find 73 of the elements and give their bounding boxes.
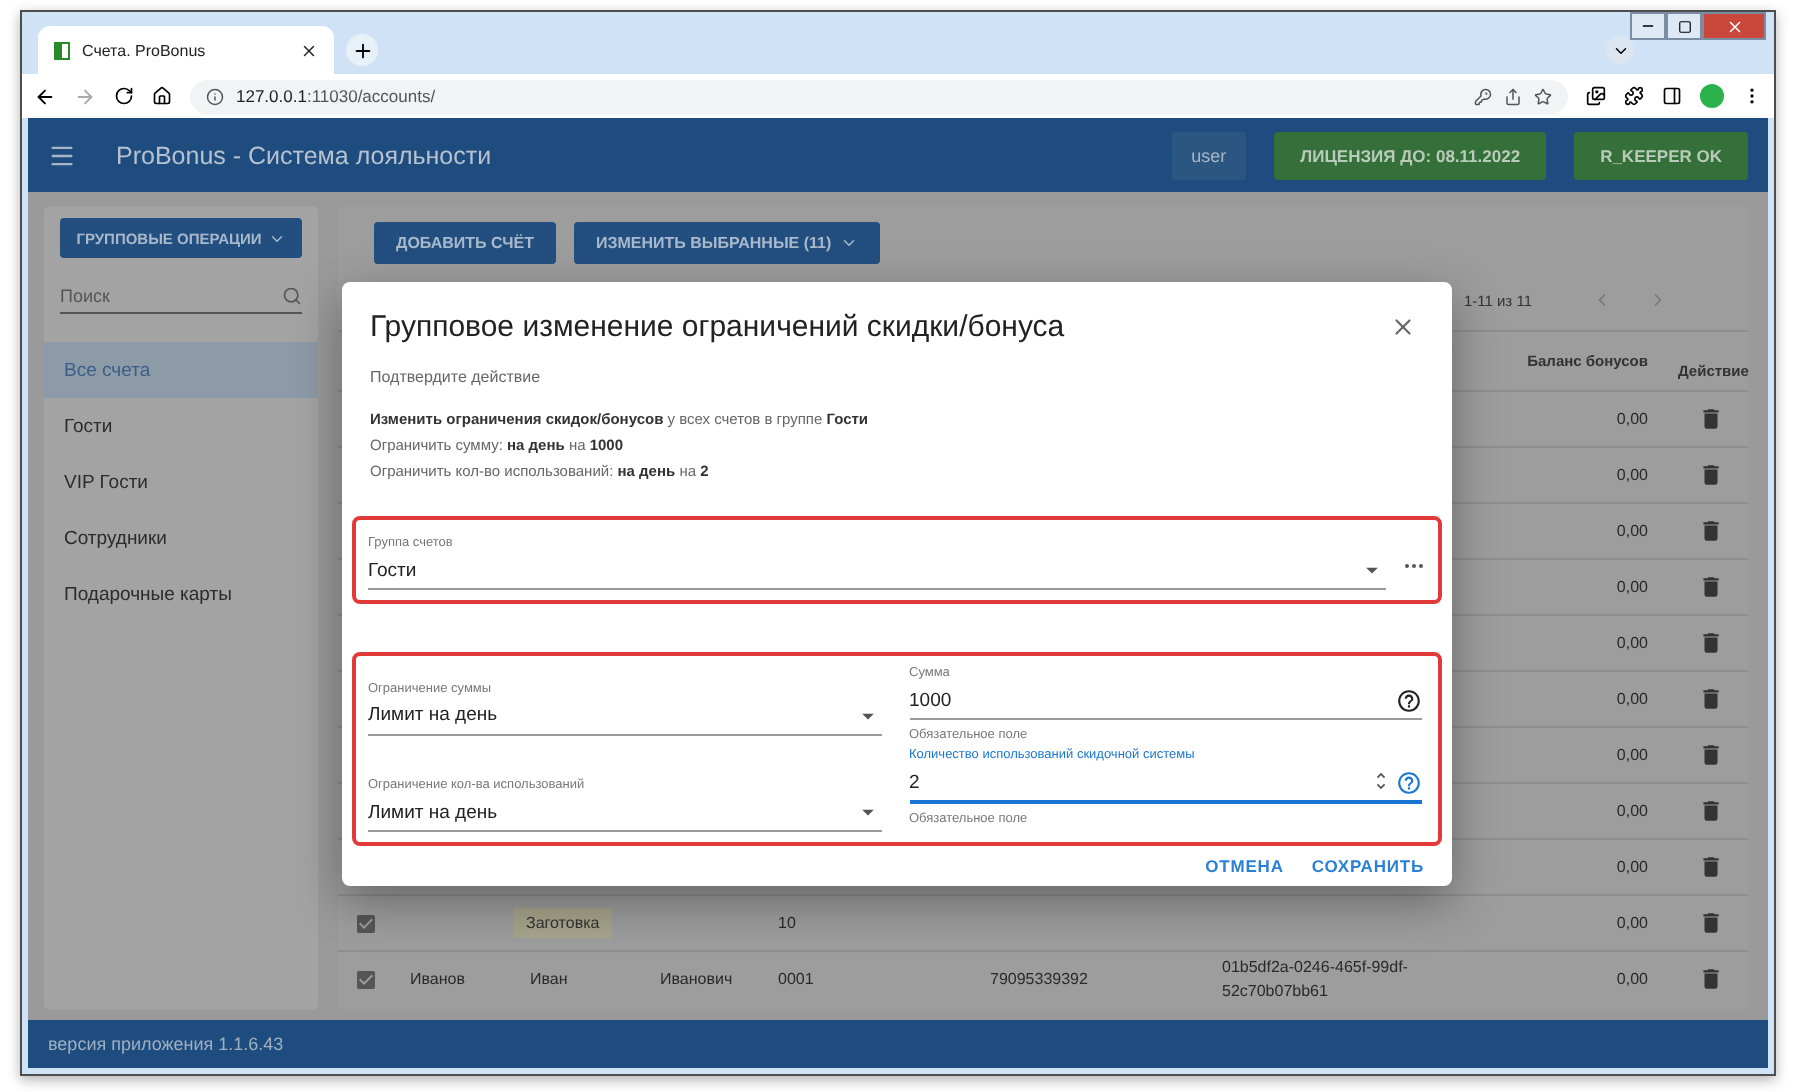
new-tab-button[interactable] [346,34,378,66]
trash-icon[interactable] [1698,686,1724,712]
status-tag: Заготовка [514,908,612,938]
browser-tab[interactable]: Счета. ProBonus [38,26,334,74]
close-icon[interactable] [300,41,318,59]
table-cell-text: 0,00 [1614,967,1648,991]
table-cell: Иванович [660,967,733,991]
table-cell: 10 [778,911,796,935]
key-icon[interactable] [1474,87,1492,105]
table-cell-text: 0,00 [1614,687,1648,711]
table-cell: 0001 [778,967,814,991]
table-cell-text: 0,00 [1614,519,1648,543]
add-account-button[interactable]: ДОБАВИТЬ СЧЁТ [374,222,556,264]
chevron-down-icon [839,234,858,252]
reload-icon[interactable] [114,86,134,106]
trash-icon[interactable] [1698,518,1724,544]
dialog-title: Групповое изменение ограничений скидки/бонуса [370,310,1065,344]
trash-icon[interactable] [1698,966,1724,992]
license-button[interactable]: ЛИЦЕНЗИЯ ДО: 08.11.2022 [1274,131,1547,179]
user-button[interactable]: user [1171,131,1247,179]
edit-selected-button[interactable]: ИЗМЕНИТЬ ВЫБРАННЫЕ (11) [573,222,880,264]
footer-bar: версия приложения 1.1.6.43 [28,1020,1768,1068]
table-cell-text: 0,00 [1614,631,1648,655]
save-button[interactable]: СОХРАНИТЬ [1311,850,1424,882]
profile-avatar[interactable] [1700,84,1724,108]
checkbox[interactable] [354,967,378,991]
table-cell: Иван [530,967,568,991]
table-cell-text: 0,00 [1614,743,1648,767]
maximize-icon [1677,19,1691,33]
trash-icon[interactable] [1698,854,1724,880]
star-icon[interactable] [1534,87,1552,105]
dialog-subtitle: Подтвердите действие [370,368,543,386]
search-icon [282,285,302,305]
info-icon [206,87,224,105]
tab-search-button[interactable] [1606,36,1634,64]
close-icon [1725,17,1743,35]
favicon-icon [54,41,70,59]
trash-icon[interactable] [1698,462,1724,488]
home-icon[interactable] [152,86,172,106]
table-cell-text: 0,00 [1614,463,1648,487]
checkbox[interactable] [354,911,378,935]
table-cell: 79095339392 [990,967,1088,991]
maximize-button[interactable] [1666,12,1702,40]
extensions-icon[interactable] [1624,86,1644,106]
trash-icon[interactable] [1698,798,1724,824]
sidebar-item[interactable]: VIP Гости [44,454,318,510]
sidebar-item[interactable]: Сотрудники [44,510,318,566]
url-text: 127.0.0.1:11030/accounts/ [236,86,436,106]
table-cell-text: 0,00 [1614,407,1648,431]
search-field[interactable]: Поиск [60,278,302,314]
trash-icon[interactable] [1698,910,1724,936]
table-cell: Иванов [410,967,465,991]
gallery-icon[interactable] [1586,86,1606,106]
help-icon[interactable] [1396,687,1422,713]
app-title: ProBonus - Система лояльности [116,141,494,169]
trash-icon[interactable] [1698,574,1724,600]
trash-icon[interactable] [1698,630,1724,656]
trash-icon[interactable] [1698,742,1724,768]
table-cell-text: 0,00 [1614,575,1648,599]
back-icon[interactable] [34,85,56,107]
table-cell-text: 0,00 [1614,911,1648,935]
table-cell-text: 01b5df2a-0246-465f-99df-52c70b07bb61 [1222,955,1410,1003]
side-panel-icon[interactable] [1662,86,1682,106]
table-cell-text: 0,00 [1614,855,1648,879]
sidebar-item[interactable]: Гости [44,398,318,454]
table-cell-text: 0,00 [1614,799,1648,823]
status-button[interactable]: R_KEEPER OK [1574,131,1748,179]
share-icon[interactable] [1504,87,1522,105]
plus-icon [351,39,373,61]
address-bar[interactable]: 127.0.0.1:11030/accounts/ [190,79,1568,113]
trash-icon[interactable] [1698,406,1724,432]
cancel-button[interactable]: ОТМЕНА [1205,850,1284,882]
sidebar-item[interactable]: Подарочные карты [44,566,318,622]
